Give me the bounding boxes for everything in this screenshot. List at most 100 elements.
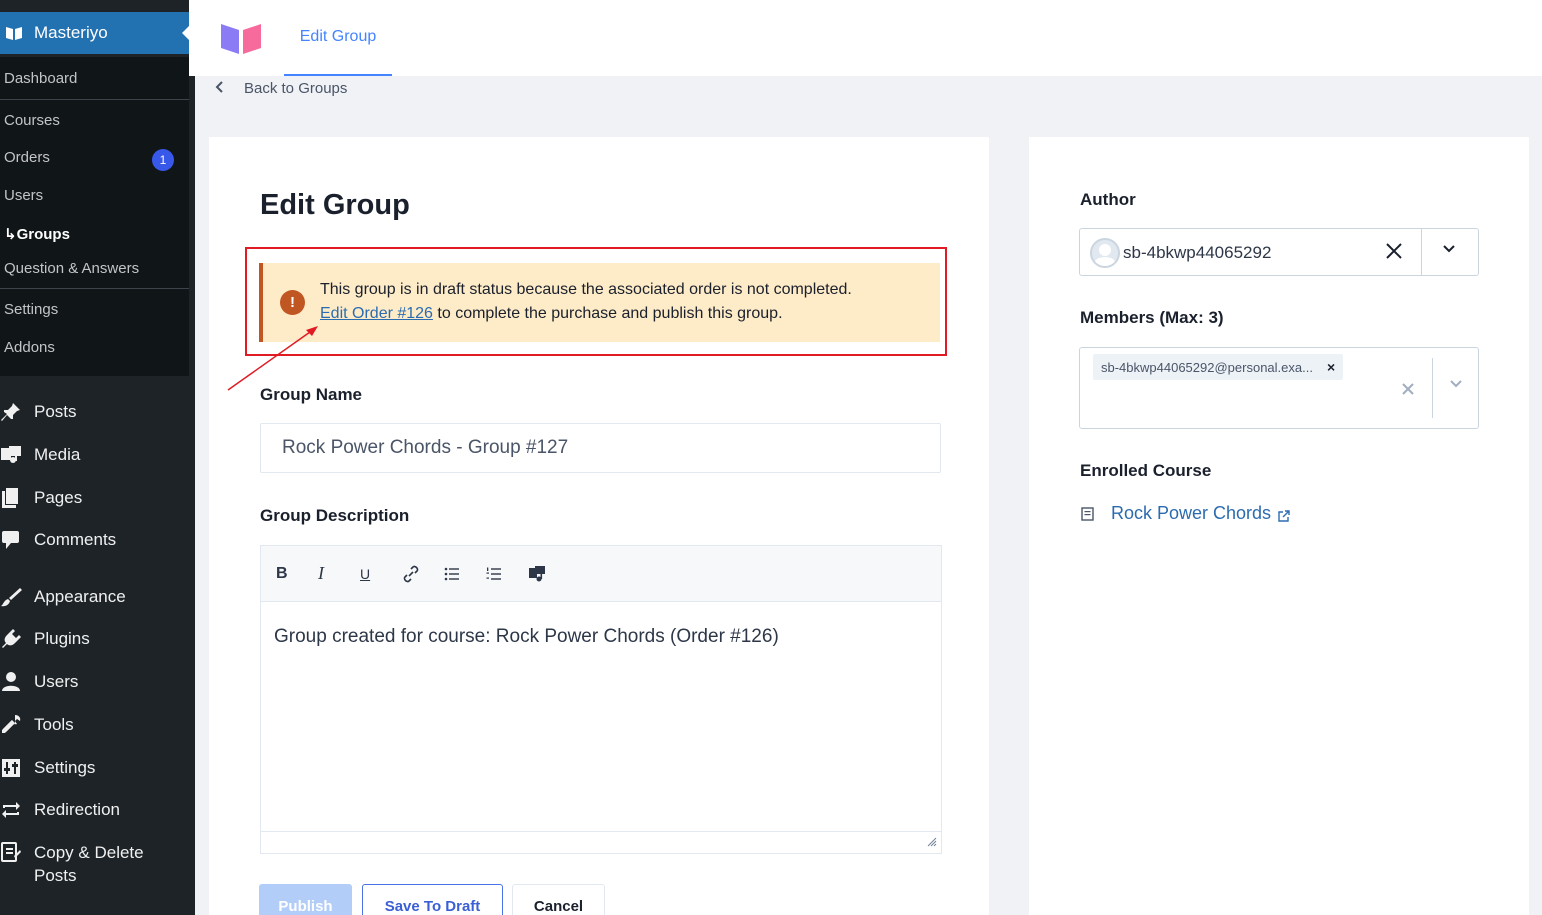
description-content: Group created for course: Rock Power Cho… [274, 626, 779, 647]
pages-icon [0, 487, 26, 509]
submenu-item-courses[interactable]: Courses [4, 112, 60, 129]
paintbrush-icon [0, 586, 26, 608]
resize-handle-icon[interactable] [927, 837, 937, 850]
edit-order-link[interactable]: Edit Order #126 [320, 305, 433, 322]
alert-text-rest: to complete the purchase and publish thi… [432, 305, 783, 322]
enrolled-course-link[interactable]: Rock Power Chords [1081, 503, 1290, 524]
sidebar-item-pages[interactable]: Pages [0, 486, 82, 509]
group-name-input[interactable] [260, 423, 941, 473]
edit-group-card: Edit Group ! This group is in draft stat… [209, 137, 989, 915]
sidebar-item-redirection[interactable]: Redirection [0, 798, 120, 821]
sidebar-item-settings[interactable]: Settings [0, 756, 95, 779]
sidebar-top [0, 0, 195, 12]
sidebar-item-tools[interactable]: Tools [0, 713, 74, 736]
external-link-icon [1277, 507, 1290, 522]
back-to-groups-link[interactable]: Back to Groups [214, 78, 347, 98]
members-label: Members (Max: 3) [1080, 308, 1224, 327]
remove-member-icon[interactable]: × [1327, 359, 1335, 375]
editor-toolbar: B I U [261, 546, 941, 602]
draft-status-alert: ! This group is in draft status because … [259, 263, 940, 342]
group-description-label: Group Description [260, 506, 410, 525]
cancel-button[interactable]: Cancel [512, 884, 605, 915]
sidebar-item-comments[interactable]: Comments [0, 528, 116, 551]
comment-icon [0, 529, 26, 551]
wrench-icon [0, 714, 26, 736]
menu-label: Pages [34, 488, 83, 507]
copy-icon [0, 841, 26, 863]
sidebar-item-media[interactable]: Media [0, 443, 80, 466]
menu-label-line2: Posts [34, 866, 77, 885]
author-label: Author [1080, 190, 1136, 209]
sidebar-item-masteriyo[interactable]: Masteriyo [0, 12, 190, 54]
members-select[interactable]: sb-4bkwp44065292@personal.exa... × [1079, 347, 1479, 429]
chevron-down-icon[interactable] [1449, 376, 1463, 394]
sidebar-item-label: Masteriyo [34, 23, 108, 42]
underline-button[interactable]: U [360, 560, 402, 588]
submenu-item-dashboard[interactable]: Dashboard [4, 70, 77, 87]
clear-members-icon[interactable] [1401, 376, 1415, 402]
media-icon [0, 444, 26, 466]
sidebar-item-copy-delete-posts[interactable]: Copy & Delete Posts [0, 841, 144, 887]
masteriyo-submenu [0, 57, 189, 376]
current-indicator-icon: ↳ [4, 226, 17, 243]
numbered-list-icon[interactable] [486, 560, 528, 588]
pushpin-icon [0, 401, 26, 423]
author-value: sb-4bkwp44065292 [1123, 243, 1272, 262]
bold-button[interactable]: B [276, 560, 318, 588]
redirect-icon [0, 799, 26, 821]
user-icon [0, 671, 26, 693]
menu-label: Tools [34, 715, 74, 734]
submenu-item-groups[interactable]: ↳Groups [4, 225, 70, 243]
submenu-item-users[interactable]: Users [4, 187, 43, 204]
enrolled-course-label: Enrolled Course [1080, 461, 1212, 480]
author-select[interactable]: sb-4bkwp44065292 [1079, 228, 1479, 276]
warning-icon: ! [280, 290, 305, 315]
alert-text: This group is in draft status because th… [320, 281, 852, 298]
menu-label: Redirection [34, 800, 120, 819]
submenu-item-question-answers[interactable]: Question & Answers [4, 260, 139, 277]
add-media-icon[interactable] [528, 560, 570, 588]
plug-icon [0, 628, 26, 650]
save-to-draft-button[interactable]: Save To Draft [362, 884, 503, 915]
description-editor[interactable]: B I U Group created for course: Rock Pow… [260, 545, 942, 854]
menu-label: Posts [34, 402, 77, 421]
select-separator [1432, 358, 1433, 418]
group-name-label: Group Name [260, 385, 363, 404]
member-tag-label: sb-4bkwp44065292@personal.exa... [1101, 359, 1313, 375]
top-header: Edit Group [189, 0, 1542, 76]
link-icon[interactable] [402, 560, 444, 588]
publish-button[interactable]: Publish [259, 884, 352, 915]
sidebar-item-posts[interactable]: Posts [0, 400, 77, 423]
submenu-item-label: Groups [16, 226, 70, 243]
masteriyo-brand-icon[interactable] [219, 20, 263, 56]
submenu-item-orders[interactable]: Orders [4, 149, 50, 166]
sidebar-item-appearance[interactable]: Appearance [0, 585, 126, 608]
menu-label: Copy & Delete Posts [34, 841, 144, 887]
menu-label: Media [34, 445, 81, 464]
italic-button[interactable]: I [318, 560, 360, 588]
sidebar-item-plugins[interactable]: Plugins [0, 627, 90, 650]
select-separator [1421, 229, 1422, 275]
submenu-divider [0, 288, 189, 289]
menu-label: Settings [34, 758, 96, 777]
menu-label: Comments [34, 530, 117, 549]
alert-text-line2: Edit Order #126 to complete the purchase… [320, 305, 783, 323]
chevron-left-icon [214, 80, 228, 96]
submenu-item-addons[interactable]: Addons [4, 339, 55, 356]
menu-label: Plugins [34, 629, 90, 648]
editor-statusbar [261, 831, 941, 853]
sidebar-item-users[interactable]: Users [0, 670, 78, 693]
bulleted-list-icon[interactable] [444, 560, 486, 588]
group-meta-card: Author sb-4bkwp44065292 Members (Max: 3)… [1029, 137, 1529, 915]
masteriyo-logo-icon [2, 23, 26, 43]
book-icon [1081, 506, 1095, 522]
clear-author-icon[interactable] [1385, 239, 1403, 267]
admin-sidebar: Masteriyo Dashboard Courses Orders 1 Use… [0, 0, 195, 915]
tab-edit-group[interactable]: Edit Group [284, 0, 392, 76]
menu-label: Users [34, 672, 79, 691]
chevron-down-icon[interactable] [1442, 241, 1456, 259]
orders-count-badge: 1 [152, 149, 174, 171]
enrolled-course-name: Rock Power Chords [1111, 503, 1272, 523]
submenu-item-settings[interactable]: Settings [4, 301, 58, 318]
avatar [1090, 238, 1120, 268]
